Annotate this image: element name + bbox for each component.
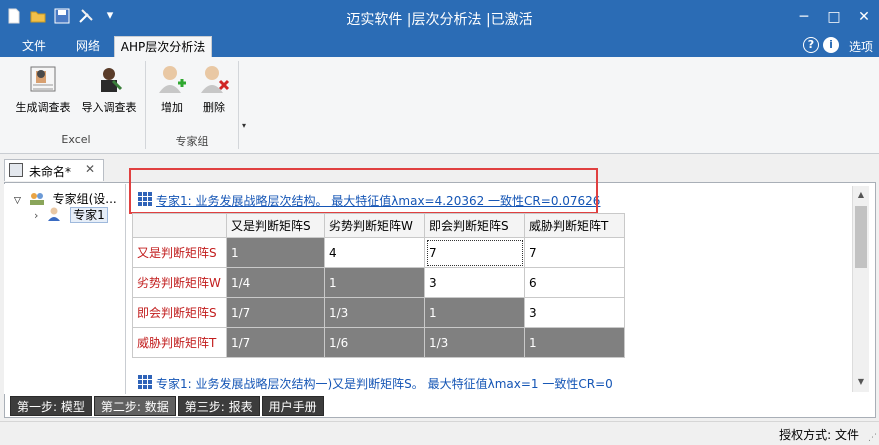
delete-user-icon — [198, 63, 230, 95]
status-bar: 授权方式: 文件 ⋰ — [0, 421, 879, 445]
generate-survey-button[interactable]: 生成调查表 — [12, 63, 74, 115]
matrix-summary-text[interactable]: 专家1: 业务发展战略层次结构一)又是判断矩阵S。 最大特征值λmax=1 一致… — [156, 375, 613, 392]
matrix-cell[interactable]: 3 — [424, 267, 525, 298]
group-separator — [145, 61, 146, 149]
minimize-button[interactable]: ─ — [789, 0, 819, 34]
matrix-cell[interactable]: 1/4 — [226, 267, 325, 298]
options-menu[interactable]: 选项 — [849, 38, 873, 55]
matrix-corner — [132, 213, 227, 238]
close-button[interactable]: ✕ — [849, 0, 879, 34]
step-tab-data[interactable]: 第二步: 数据 — [93, 396, 176, 416]
table-row: 劣势判断矩阵W 1/4 1 3 6 — [132, 267, 625, 298]
matrix-cell[interactable]: 1/3 — [324, 297, 425, 328]
delete-expert-label: 删除 — [203, 101, 225, 114]
tree-node-label: 专家组(设... — [52, 192, 117, 206]
add-expert-label: 增加 — [161, 101, 183, 114]
document-icon — [9, 163, 23, 177]
matrix-cell[interactable]: 1/6 — [324, 327, 425, 358]
group-label-excel: Excel — [61, 133, 91, 146]
expand-toggle-icon[interactable]: ▽ — [14, 196, 21, 206]
tree-node-expert-group[interactable]: ▽ 专家组(设... — [14, 190, 117, 207]
ribbon-panel: 生成调查表 导入调查表 增加 删除 Excel 专家组 ▾ — [0, 57, 879, 154]
group-label-experts: 专家组 — [175, 135, 209, 148]
matrix-row-header: 即会判断矩阵S — [132, 297, 227, 328]
delete-expert-button[interactable]: 删除 — [196, 63, 232, 115]
scroll-down-icon[interactable]: ▼ — [855, 376, 867, 388]
matrix-cell[interactable]: 1 — [226, 237, 325, 268]
matrix-cell[interactable]: 1 — [324, 267, 425, 298]
highlight-box — [129, 168, 598, 214]
step-tab-model[interactable]: 第一步: 模型 — [10, 396, 92, 416]
step-tab-report[interactable]: 第三步: 报表 — [177, 396, 260, 416]
chevron-right-icon[interactable]: › — [34, 209, 38, 222]
import-survey-label: 导入调查表 — [81, 101, 137, 114]
matrix-cell[interactable]: 6 — [524, 267, 625, 298]
document-tab[interactable]: 未命名* ✕ — [4, 159, 104, 181]
expert-tree: ▽ 专家组(设... › 专家1 — [4, 184, 126, 394]
maximize-button[interactable]: □ — [819, 0, 849, 34]
ribbon-tab-bar: 文件 网络 AHP层次分析法 ? i 选项 — [0, 34, 879, 57]
step-tab-manual[interactable]: 用户手册 — [261, 396, 324, 416]
resize-grip-icon[interactable]: ⋰ — [868, 433, 877, 443]
table-row: 又是判断矩阵S 1 4 7 7 — [132, 237, 625, 268]
title-bar: ▾ 迈实软件 |层次分析法 |已激活 ─ □ ✕ — [0, 0, 879, 34]
close-tab-icon[interactable]: ✕ — [85, 162, 95, 176]
matrix-cell[interactable]: 1 — [524, 327, 625, 358]
matrix-column-header: 劣势判断矩阵W — [324, 213, 425, 238]
add-expert-button[interactable]: 增加 — [154, 63, 190, 115]
ribbon-collapse-icon[interactable]: ▾ — [242, 121, 246, 130]
document-tab-label: 未命名* — [29, 165, 72, 179]
table-row: 威胁判断矩阵T 1/7 1/6 1/3 1 — [132, 327, 625, 358]
matrix-column-header: 威胁判断矩阵T — [524, 213, 625, 238]
grid-icon — [138, 375, 152, 389]
generate-survey-label: 生成调查表 — [15, 101, 71, 114]
scroll-up-icon[interactable]: ▲ — [855, 189, 867, 201]
user-icon — [46, 207, 62, 221]
matrix-row-header: 威胁判断矩阵T — [132, 327, 227, 358]
import-survey-button[interactable]: 导入调查表 — [78, 63, 140, 115]
import-survey-icon — [93, 63, 125, 95]
matrix-cell[interactable]: 1/7 — [226, 327, 325, 358]
tree-node-expert1[interactable]: › 专家1 — [34, 206, 108, 223]
judgment-matrix: 又是判断矩阵S 劣势判断矩阵W 即会判断矩阵S 威胁判断矩阵T 又是判断矩阵S … — [132, 213, 625, 358]
matrix-cell[interactable]: 7 — [424, 237, 525, 268]
matrix-column-header: 即会判断矩阵S — [424, 213, 525, 238]
license-status: 授权方式: 文件 — [779, 428, 859, 442]
survey-table-icon — [27, 63, 59, 95]
matrix-cell[interactable]: 1/7 — [226, 297, 325, 328]
info-icon[interactable]: i — [823, 37, 839, 53]
group-separator — [238, 61, 239, 149]
tree-node-label: 专家1 — [70, 207, 108, 223]
matrix-cell[interactable]: 4 — [324, 237, 425, 268]
add-user-icon — [156, 63, 188, 95]
matrix-row-header: 劣势判断矩阵W — [132, 267, 227, 298]
matrix-cell[interactable]: 1 — [424, 297, 525, 328]
matrix-cell[interactable]: 3 — [524, 297, 625, 328]
matrix-row-header: 又是判断矩阵S — [132, 237, 227, 268]
help-icon[interactable]: ? — [803, 37, 819, 53]
step-tabs: 第一步: 模型 第二步: 数据 第三步: 报表 用户手册 — [10, 396, 324, 416]
group-icon — [29, 191, 45, 205]
tab-file[interactable]: 文件 — [12, 36, 56, 57]
tab-ahp[interactable]: AHP层次分析法 — [114, 36, 212, 57]
table-row: 即会判断矩阵S 1/7 1/3 1 3 — [132, 297, 625, 328]
scroll-thumb[interactable] — [855, 206, 867, 268]
matrix-column-header: 又是判断矩阵S — [226, 213, 325, 238]
tab-network[interactable]: 网络 — [66, 36, 110, 57]
matrix-cell[interactable]: 1/3 — [424, 327, 525, 358]
matrix-cell[interactable]: 7 — [524, 237, 625, 268]
vertical-scrollbar[interactable]: ▲ ▼ — [852, 186, 869, 392]
window-title: 迈实软件 |层次分析法 |已激活 — [346, 12, 533, 28]
